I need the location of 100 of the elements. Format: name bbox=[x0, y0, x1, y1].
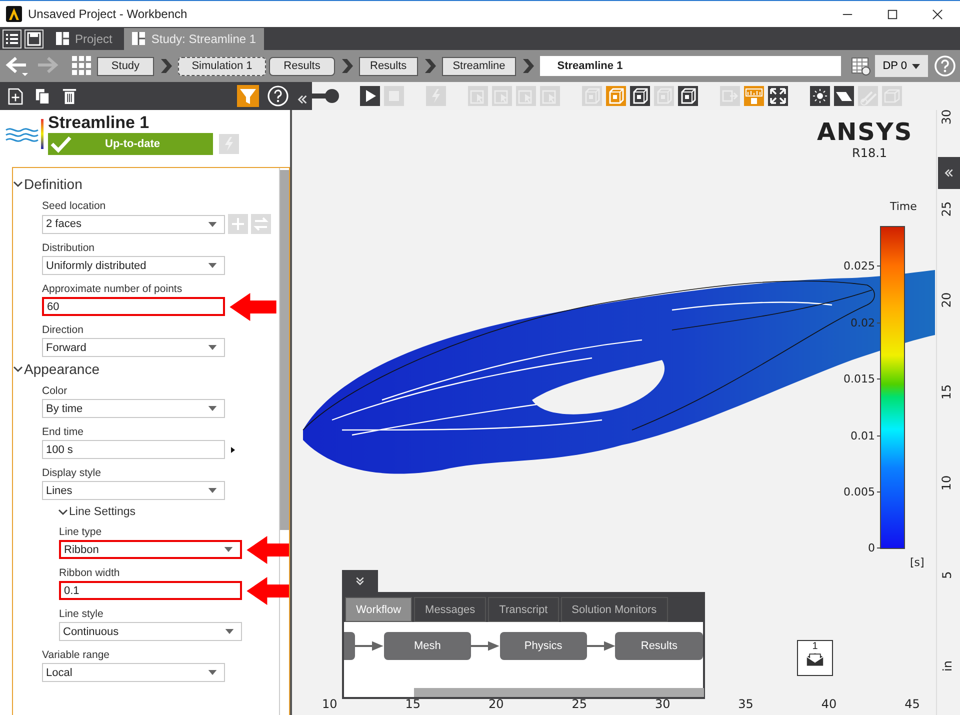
pointer-arrow-icon bbox=[228, 292, 278, 320]
section-header[interactable]: Appearance bbox=[13, 359, 100, 379]
ruler-label: in bbox=[940, 660, 954, 672]
window-title: Unsaved Project - Workbench bbox=[28, 7, 188, 21]
caret-icon bbox=[208, 222, 217, 226]
double-chevron-down-icon bbox=[355, 576, 365, 586]
ruler-label: 20 bbox=[940, 292, 954, 308]
ruler-label: 15 bbox=[940, 384, 954, 400]
tab[interactable]: Solution Monitors bbox=[560, 597, 668, 622]
scrollbar-thumb[interactable] bbox=[280, 170, 289, 530]
scrollbar-thumb[interactable] bbox=[414, 688, 704, 697]
filter-icon[interactable] bbox=[237, 85, 259, 107]
field-label: Color bbox=[42, 385, 68, 397]
grid-icon[interactable] bbox=[72, 56, 92, 76]
object-title: Streamline 1 bbox=[48, 114, 150, 132]
design-point-dropdown[interactable]: DP 0 bbox=[874, 55, 928, 77]
plane-tool-icon[interactable] bbox=[834, 86, 854, 106]
arrow-icon bbox=[355, 641, 384, 651]
legend-tick-label: 0 bbox=[868, 542, 875, 554]
dropdown[interactable]: Forward bbox=[42, 338, 225, 357]
logo-text: ANSYS bbox=[817, 118, 913, 146]
caret-icon bbox=[208, 488, 217, 493]
legend-tick-label: 0.02 bbox=[850, 316, 875, 330]
light-tool-icon[interactable] bbox=[810, 86, 830, 106]
pointer-arrow-icon bbox=[245, 536, 289, 564]
caret-icon bbox=[225, 629, 234, 634]
caret-icon bbox=[224, 547, 233, 552]
layout-icon bbox=[56, 32, 69, 45]
breadcrumb[interactable]: Results bbox=[269, 56, 335, 76]
ruler-label: 10 bbox=[322, 697, 338, 711]
chevron-down-icon bbox=[58, 507, 68, 517]
arrow-icon bbox=[471, 641, 500, 651]
workflow-node[interactable]: Results bbox=[615, 632, 703, 660]
section-header[interactable]: Definition bbox=[13, 174, 82, 194]
notification-button[interactable]: 1 bbox=[797, 640, 833, 676]
ruler-label: 15 bbox=[405, 697, 421, 711]
collapse-tab[interactable] bbox=[342, 570, 378, 592]
chevron-down-icon bbox=[13, 179, 23, 189]
help-icon[interactable] bbox=[267, 85, 289, 107]
slider-knob-icon[interactable] bbox=[312, 88, 340, 104]
new-file-icon[interactable] bbox=[8, 88, 23, 104]
legend-unit: [s] bbox=[910, 556, 924, 569]
tab[interactable]: Messages bbox=[414, 597, 486, 622]
field-label: Ribbon width bbox=[59, 567, 121, 579]
field-label: Variable range bbox=[42, 649, 111, 661]
dropdown[interactable]: Ribbon bbox=[59, 540, 242, 559]
play-tool-icon[interactable] bbox=[360, 86, 380, 106]
ruler-label: 35 bbox=[738, 697, 754, 711]
tab[interactable]: Transcript bbox=[488, 597, 559, 622]
breadcrumb[interactable]: Results bbox=[359, 56, 418, 76]
dropdown[interactable]: By time bbox=[42, 399, 225, 418]
breadcrumb[interactable]: Streamline bbox=[442, 56, 516, 76]
ruler-label: 5 bbox=[940, 570, 954, 578]
chevron-down-icon bbox=[13, 364, 23, 374]
current-location: Streamline 1 bbox=[540, 56, 841, 76]
back-arrow-icon[interactable] bbox=[4, 55, 30, 77]
expand-arrow-icon[interactable] bbox=[231, 446, 235, 452]
caret-icon bbox=[208, 406, 217, 411]
save-icon[interactable] bbox=[24, 28, 44, 48]
caret-icon bbox=[208, 670, 217, 675]
expand-tool-icon[interactable] bbox=[768, 86, 788, 106]
legend-tick-label: 0.01 bbox=[850, 430, 875, 442]
legend-tick-label: 0.005 bbox=[844, 486, 875, 498]
field-label: Approximate number of points bbox=[42, 283, 184, 295]
side-panel-tab[interactable] bbox=[938, 157, 960, 189]
pointer-arrow-icon bbox=[245, 576, 289, 604]
arrow-icon bbox=[587, 641, 616, 651]
streamline-icon bbox=[4, 116, 44, 152]
dropdown[interactable]: Continuous bbox=[59, 622, 242, 641]
ruler-label: 25 bbox=[572, 697, 587, 711]
collapse-icon bbox=[944, 168, 954, 178]
menu-icon[interactable] bbox=[2, 28, 22, 48]
breadcrumb[interactable]: Simulation 1 bbox=[178, 56, 266, 76]
dropdown[interactable]: Uniformly distributed bbox=[42, 256, 225, 275]
ruler-label: 10 bbox=[940, 475, 954, 491]
breadcrumb[interactable]: Study bbox=[97, 56, 154, 76]
dropdown[interactable]: 2 faces bbox=[42, 214, 225, 234]
dropdown[interactable]: Lines bbox=[42, 481, 225, 500]
input-field[interactable]: 60 bbox=[42, 297, 225, 316]
group-header[interactable]: Line Settings bbox=[58, 502, 136, 520]
field-label: Distribution bbox=[42, 242, 96, 254]
dropdown[interactable]: Local bbox=[42, 663, 225, 682]
workflow-node[interactable]: Mesh bbox=[384, 632, 472, 660]
input-field[interactable]: 100 s bbox=[42, 440, 225, 459]
workflow-node[interactable] bbox=[344, 632, 356, 660]
collapse-icon[interactable] bbox=[297, 94, 308, 104]
input-field[interactable]: 0.1 bbox=[59, 581, 242, 600]
view-tool-icon[interactable] bbox=[630, 86, 650, 106]
workflow-node[interactable]: Physics bbox=[500, 632, 588, 660]
caret-icon bbox=[208, 345, 217, 350]
field-label: Line style bbox=[59, 608, 104, 620]
ruler-label: 45 bbox=[904, 697, 920, 711]
legend-tick-label: 0.015 bbox=[844, 372, 875, 386]
table-icon[interactable] bbox=[850, 56, 871, 76]
view-tool-icon[interactable] bbox=[678, 86, 698, 106]
copy-icon[interactable] bbox=[35, 88, 50, 104]
trash-icon[interactable] bbox=[62, 88, 77, 104]
legend-tick-label: 0.025 bbox=[844, 260, 875, 272]
version-label: R18.1 bbox=[852, 146, 888, 160]
field-label: Display style bbox=[42, 467, 102, 479]
